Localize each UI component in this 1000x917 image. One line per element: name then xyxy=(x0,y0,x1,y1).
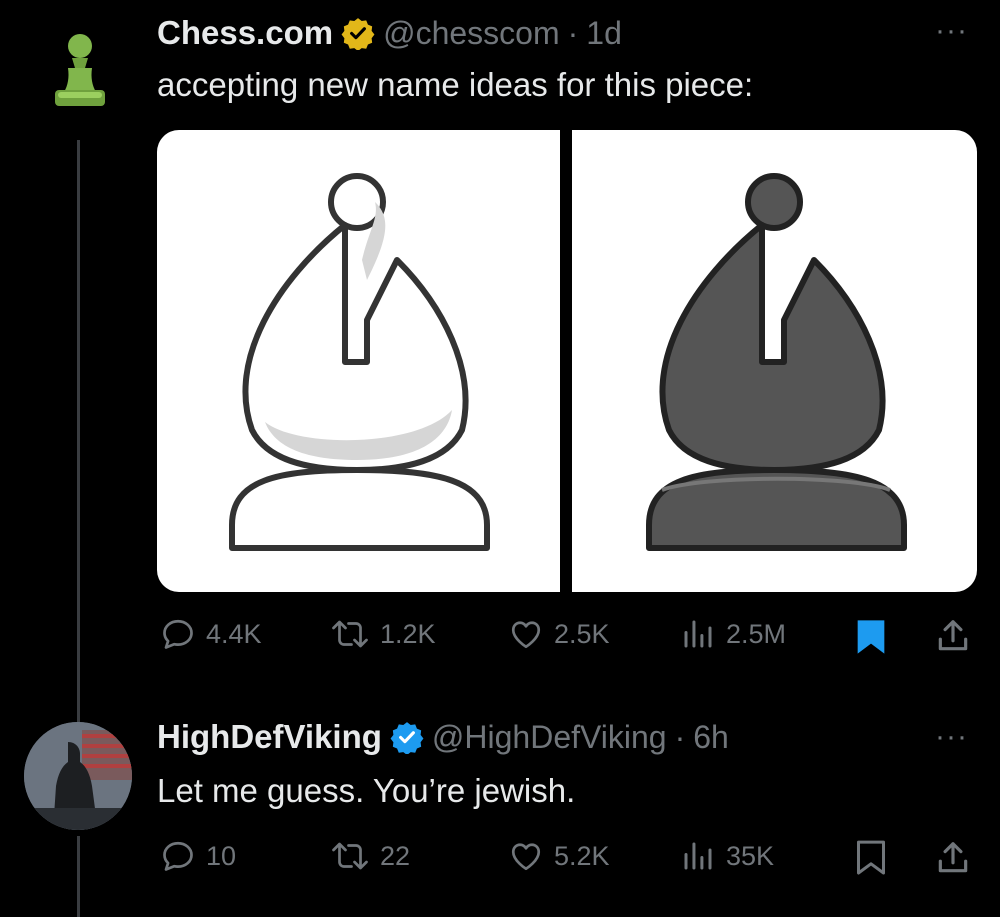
white-bishop-icon xyxy=(229,173,490,551)
repost-button[interactable]: 1.2K xyxy=(330,616,436,652)
heart-icon xyxy=(511,843,541,871)
verified-gold-icon xyxy=(341,16,375,51)
like-button[interactable]: 5.2K xyxy=(508,838,610,874)
timestamp[interactable]: 1d xyxy=(586,15,622,52)
media-image-black-bishop[interactable] xyxy=(572,130,977,592)
more-options-button[interactable]: ··· xyxy=(935,720,968,754)
bookmark-button[interactable] xyxy=(854,838,888,883)
more-options-button[interactable]: ··· xyxy=(935,14,968,48)
share-button[interactable] xyxy=(934,616,972,661)
timestamp[interactable]: 6h xyxy=(693,719,729,756)
media-image-white-bishop[interactable] xyxy=(157,130,560,592)
thread-line-bottom xyxy=(77,836,80,917)
display-name[interactable]: HighDefViking xyxy=(157,718,382,756)
reply-count: 10 xyxy=(206,840,237,871)
verified-blue-icon xyxy=(390,720,424,755)
separator: · xyxy=(567,14,579,51)
share-icon xyxy=(938,620,968,651)
views-chart-icon xyxy=(684,620,712,648)
view-count: 2.5M xyxy=(726,618,787,649)
bookmark-filled-icon xyxy=(857,620,885,654)
bookmark-button-active[interactable] xyxy=(854,617,888,662)
reply-count: 4.4K xyxy=(206,618,262,649)
like-button[interactable]: 2.5K xyxy=(508,616,610,652)
thread-line xyxy=(77,140,80,705)
avatar[interactable] xyxy=(24,722,132,830)
handle[interactable]: @HighDefViking xyxy=(432,719,667,756)
views-button[interactable]: 35K xyxy=(680,838,774,874)
bookmark-icon xyxy=(857,840,885,875)
reply-button[interactable]: 4.4K xyxy=(160,616,262,652)
repost-icon xyxy=(332,620,368,648)
like-count: 5.2K xyxy=(554,840,610,871)
thread-line-top xyxy=(77,690,80,722)
repost-count: 1.2K xyxy=(380,618,436,649)
handle[interactable]: @chesscom xyxy=(383,15,560,52)
heart-icon xyxy=(511,621,541,649)
reply-button[interactable]: 10 xyxy=(160,838,236,874)
separator: · xyxy=(674,718,686,755)
pawn-icon[interactable] xyxy=(50,32,110,112)
view-count: 35K xyxy=(726,840,775,871)
reply-icon xyxy=(163,619,193,649)
repost-count: 22 xyxy=(380,840,411,871)
display-name[interactable]: Chess.com xyxy=(157,14,333,52)
like-count: 2.5K xyxy=(554,618,610,649)
tweet-text: accepting new name ideas for this piece: xyxy=(157,66,754,103)
tweet-header: Chess.com @chesscom · 1d xyxy=(157,14,622,52)
media-gallery[interactable] xyxy=(157,130,977,592)
views-chart-icon xyxy=(684,842,712,870)
tweet-header: HighDefViking @HighDefViking · 6h xyxy=(157,718,729,756)
share-icon xyxy=(938,842,968,873)
tweet-text: Let me guess. You’re jewish. xyxy=(157,772,576,809)
repost-icon xyxy=(332,842,368,870)
share-button[interactable] xyxy=(934,838,972,883)
views-button[interactable]: 2.5M xyxy=(680,616,786,652)
tweet-highdefviking[interactable]: HighDefViking @HighDefViking · 6h ··· Le… xyxy=(0,690,1000,917)
tweet-chesscom[interactable]: Chess.com @chesscom · 1d ··· accepting n… xyxy=(0,0,1000,705)
repost-button[interactable]: 22 xyxy=(330,838,410,874)
black-bishop-icon xyxy=(646,173,907,551)
reply-icon xyxy=(163,841,193,871)
